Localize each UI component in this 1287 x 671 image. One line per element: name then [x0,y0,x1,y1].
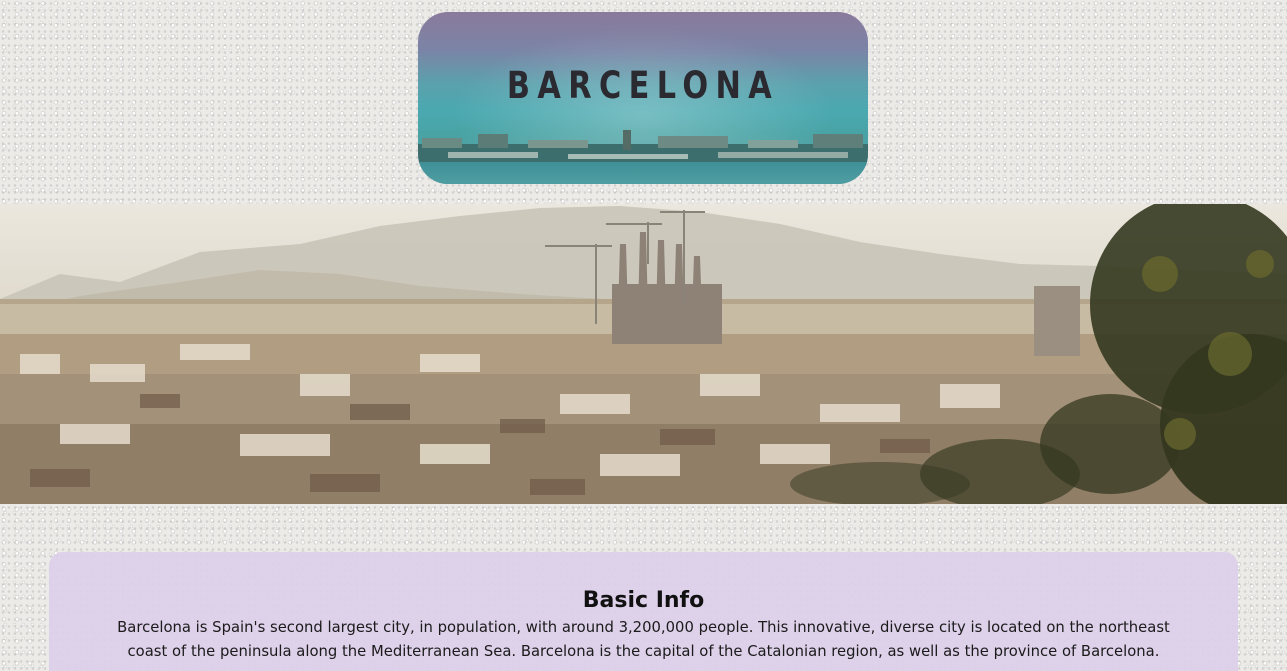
basic-info-card: Basic Info Barcelona is Spain's second l… [49,552,1238,671]
harbor-skyline-image [418,130,868,166]
barcelona-skyline-image [0,204,1287,504]
title-banner: BARCELONA [418,12,868,184]
basic-info-heading: Basic Info [582,588,705,613]
basic-info-line-2: coast of the peninsula along the Mediter… [127,643,1160,660]
city-panorama-illustration [0,204,1287,504]
basic-info-line-1: Barcelona is Spain's second largest city… [117,619,1170,636]
page-title: BARCELONA [506,64,780,107]
harbor-water [418,162,868,184]
basic-info-paragraph: Barcelona is Spain's second largest city… [79,616,1209,664]
